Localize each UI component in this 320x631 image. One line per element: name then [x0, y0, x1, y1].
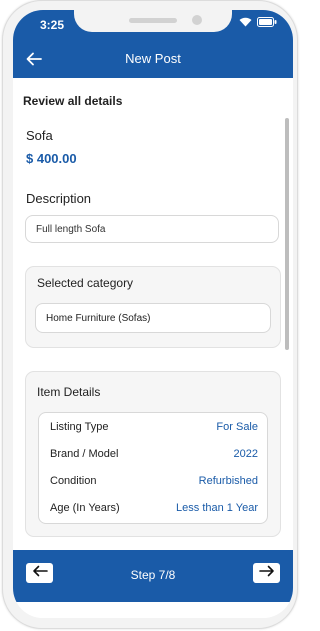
description-label: Description: [26, 191, 92, 206]
arrow-right-icon: [258, 564, 275, 582]
detail-row-brand-model: Brand / Model 2022: [50, 448, 258, 464]
camera-icon: [192, 15, 202, 25]
wifi-icon: [239, 17, 252, 27]
screen: 3:25 New Post Review all details Sofa $ …: [13, 10, 293, 618]
detail-value: Refurbished: [198, 475, 258, 487]
detail-row-condition: Condition Refurbished: [50, 475, 258, 491]
detail-value: 2022: [233, 448, 258, 460]
category-field[interactable]: Home Furniture (Sofas): [35, 303, 271, 333]
phone-frame: 3:25 New Post Review all details Sofa $ …: [2, 0, 298, 629]
detail-row-listing-type: Listing Type For Sale: [50, 421, 258, 437]
detail-row-age: Age (In Years) Less than 1 Year: [50, 502, 258, 518]
speaker-icon: [129, 18, 177, 23]
step-footer: Step 7/8: [13, 550, 293, 602]
scrollbar[interactable]: [285, 118, 289, 350]
status-bar: 3:25: [13, 10, 293, 40]
item-details-label: Item Details: [37, 385, 101, 399]
item-price: $ 400.00: [26, 151, 77, 166]
detail-key: Age (In Years): [50, 502, 120, 514]
status-icons: [239, 17, 277, 27]
app-bar: New Post: [13, 40, 293, 78]
description-field[interactable]: Full length Sofa: [25, 215, 279, 243]
category-card: Selected category Home Furniture (Sofas): [25, 266, 281, 348]
item-details-card: Item Details Listing Type For Sale Brand…: [25, 371, 281, 537]
review-content[interactable]: Review all details Sofa $ 400.00 Descrip…: [13, 78, 293, 550]
item-details-table: Listing Type For Sale Brand / Model 2022…: [38, 412, 268, 524]
review-heading: Review all details: [23, 94, 123, 108]
detail-key: Brand / Model: [50, 448, 119, 460]
detail-value: For Sale: [216, 421, 258, 433]
detail-key: Condition: [50, 475, 97, 487]
notch: [74, 10, 232, 32]
battery-icon: [257, 17, 277, 27]
detail-value: Less than 1 Year: [176, 502, 258, 514]
page-title: New Post: [125, 51, 181, 66]
home-indicator-area: [13, 602, 293, 618]
step-indicator: Step 7/8: [130, 568, 176, 582]
item-name: Sofa: [26, 128, 53, 143]
category-label: Selected category: [37, 276, 134, 290]
next-step-button[interactable]: [253, 563, 280, 583]
detail-key: Listing Type: [50, 421, 109, 433]
status-time: 3:25: [40, 18, 65, 32]
